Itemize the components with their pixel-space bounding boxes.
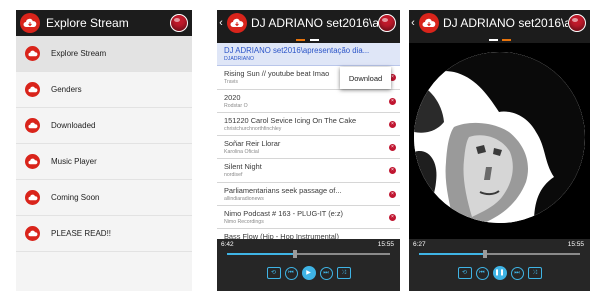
- seek-bar-thumb[interactable]: [483, 250, 487, 258]
- track-title: Silent Night: [224, 162, 262, 172]
- shuffle-icon[interactable]: ⤨: [527, 267, 542, 279]
- tab-artwork[interactable]: [502, 39, 511, 41]
- track-artist: Karolina Oficial: [224, 149, 259, 156]
- playback-controls: ⟲ ⏮ ▶ ⏭ ⤨: [217, 266, 400, 280]
- seek-bar-progress: [419, 253, 485, 255]
- pause-icon[interactable]: ❚❚: [492, 266, 507, 280]
- track-artist: nordisef: [224, 172, 243, 179]
- cloud-download-icon: [25, 190, 40, 205]
- cloud-download-icon: [25, 154, 40, 169]
- drawer-header: Explore Stream: [16, 10, 192, 36]
- menu-item-label: Genders: [51, 85, 82, 94]
- seek-bar-progress: [227, 253, 296, 255]
- menu-item-label: Coming Soon: [51, 193, 100, 202]
- next-icon[interactable]: ⏭: [319, 266, 333, 280]
- list-header: ‹ DJ ADRIANO set2016\apresentação dia...: [217, 10, 400, 36]
- red-ball-icon[interactable]: [568, 14, 586, 32]
- app-logo-icon: [419, 13, 439, 33]
- list-item[interactable]: Parliamentarians seek passage of... alli…: [217, 183, 400, 207]
- cloud-download-icon: [25, 46, 40, 61]
- total-time: 15:55: [377, 241, 394, 248]
- menu-item-label: Music Player: [51, 157, 97, 166]
- cloud-download-icon: [25, 226, 40, 241]
- track-artist: allindiaradionews: [224, 195, 264, 202]
- tab-list[interactable]: [489, 39, 498, 41]
- player-bar: 6:42 15:55 ⟲ ⏮ ▶ ⏭ ⤨: [217, 239, 400, 291]
- next-icon[interactable]: ⏭: [510, 266, 524, 280]
- now-playing-title: DJ ADRIANO set2016\apresentação dia...: [443, 16, 568, 30]
- list-item[interactable]: 151220 Carol Sevice Icing On The Cake ch…: [217, 113, 400, 137]
- back-button[interactable]: ‹: [409, 17, 417, 29]
- remove-icon[interactable]: ×: [389, 190, 396, 198]
- page-indicator: [217, 36, 400, 43]
- album-artwork: [414, 52, 585, 223]
- play-icon[interactable]: ▶: [301, 266, 316, 280]
- track-artist: Nimo Recordings: [224, 219, 264, 226]
- previous-icon[interactable]: ⏮: [284, 266, 298, 280]
- track-list-screen: ‹ DJ ADRIANO set2016\apresentação dia...…: [217, 10, 400, 291]
- track-title: Parliamentarians seek passage of...: [224, 185, 342, 195]
- app-logo-icon: [227, 13, 247, 33]
- track-artist: DJADRIANO: [224, 56, 254, 62]
- list-item[interactable]: Soñar Reir Llorar Karolina Oficial ×: [217, 136, 400, 160]
- artwork-header: ‹ DJ ADRIANO set2016\apresentação dia...: [409, 10, 590, 36]
- track-title: 151220 Carol Sevice Icing On The Cake: [224, 115, 357, 125]
- menu-item-genders[interactable]: Genders: [16, 72, 192, 108]
- drawer-title: Explore Stream: [46, 16, 129, 30]
- menu-item-downloaded[interactable]: Downloaded: [16, 108, 192, 144]
- list-item[interactable]: Silent Night nordisef ×: [217, 159, 400, 183]
- seek-bar-thumb[interactable]: [293, 250, 298, 258]
- list-item[interactable]: DJ ADRIANO set2016\apresentação dia... D…: [217, 43, 400, 67]
- menu-item-coming-soon[interactable]: Coming Soon: [16, 180, 192, 216]
- remove-icon[interactable]: ×: [389, 120, 396, 128]
- track-title: Nimo Podcast # 163 - PLUG-IT (e:z): [224, 209, 343, 219]
- menu-item-please-read[interactable]: PLEASE READ!!: [16, 216, 192, 252]
- artwork-screen: ‹ DJ ADRIANO set2016\apresentação dia...…: [409, 10, 590, 291]
- total-time: 15:55: [567, 241, 584, 248]
- tab-artwork[interactable]: [310, 39, 319, 41]
- red-ball-icon[interactable]: [378, 14, 396, 32]
- drawer-menu: Explore Stream Genders Downloaded Music …: [16, 36, 192, 291]
- menu-item-label: Explore Stream: [51, 49, 107, 58]
- track-title: 2020: [224, 92, 241, 102]
- list-item[interactable]: Bass Flow (Hip - Hop Instrumental): [217, 229, 400, 239]
- menu-item-music-player[interactable]: Music Player: [16, 144, 192, 180]
- previous-icon[interactable]: ⏮: [475, 266, 489, 280]
- download-menu-item[interactable]: Download: [340, 67, 391, 89]
- app-logo-icon[interactable]: [20, 13, 40, 33]
- tab-list[interactable]: [296, 39, 305, 41]
- red-ball-icon[interactable]: [170, 14, 188, 32]
- repeat-icon[interactable]: ⟲: [266, 267, 281, 279]
- track-title: DJ ADRIANO set2016\apresentação dia...: [224, 46, 370, 55]
- menu-item-label: Downloaded: [51, 121, 96, 130]
- player-bar: 6:27 15:55 ⟲ ⏮ ❚❚ ⏭ ⤨: [409, 239, 590, 291]
- cloud-download-icon: [25, 82, 40, 97]
- playback-controls: ⟲ ⏮ ❚❚ ⏭ ⤨: [409, 266, 590, 280]
- back-button[interactable]: ‹: [217, 17, 225, 29]
- shuffle-icon[interactable]: ⤨: [336, 267, 351, 279]
- drawer-screen: Explore Stream Explore Stream Genders Do…: [16, 10, 192, 291]
- repeat-icon[interactable]: ⟲: [457, 267, 472, 279]
- now-playing-title: DJ ADRIANO set2016\apresentação dia...: [251, 16, 378, 30]
- track-title: Soñar Reir Llorar: [224, 139, 281, 149]
- list-item[interactable]: Nimo Podcast # 163 - PLUG-IT (e:z) Nimo …: [217, 206, 400, 230]
- seek-bar[interactable]: [419, 250, 580, 258]
- seek-bar[interactable]: [227, 250, 390, 258]
- menu-item-label: PLEASE READ!!: [51, 229, 112, 238]
- elapsed-time: 6:42: [221, 241, 234, 248]
- cloud-download-icon: [25, 118, 40, 133]
- track-artist: Rodstar O: [224, 102, 248, 109]
- remove-icon[interactable]: ×: [389, 97, 396, 105]
- track-title: Bass Flow (Hip - Hop Instrumental): [224, 232, 339, 239]
- list-item[interactable]: 2020 Rodstar O ×: [217, 90, 400, 113]
- elapsed-time: 6:27: [413, 241, 426, 248]
- track-artist: christchurchnorthfinchley: [224, 125, 282, 132]
- menu-item-explore-stream[interactable]: Explore Stream: [16, 36, 192, 72]
- page-indicator: [409, 36, 590, 43]
